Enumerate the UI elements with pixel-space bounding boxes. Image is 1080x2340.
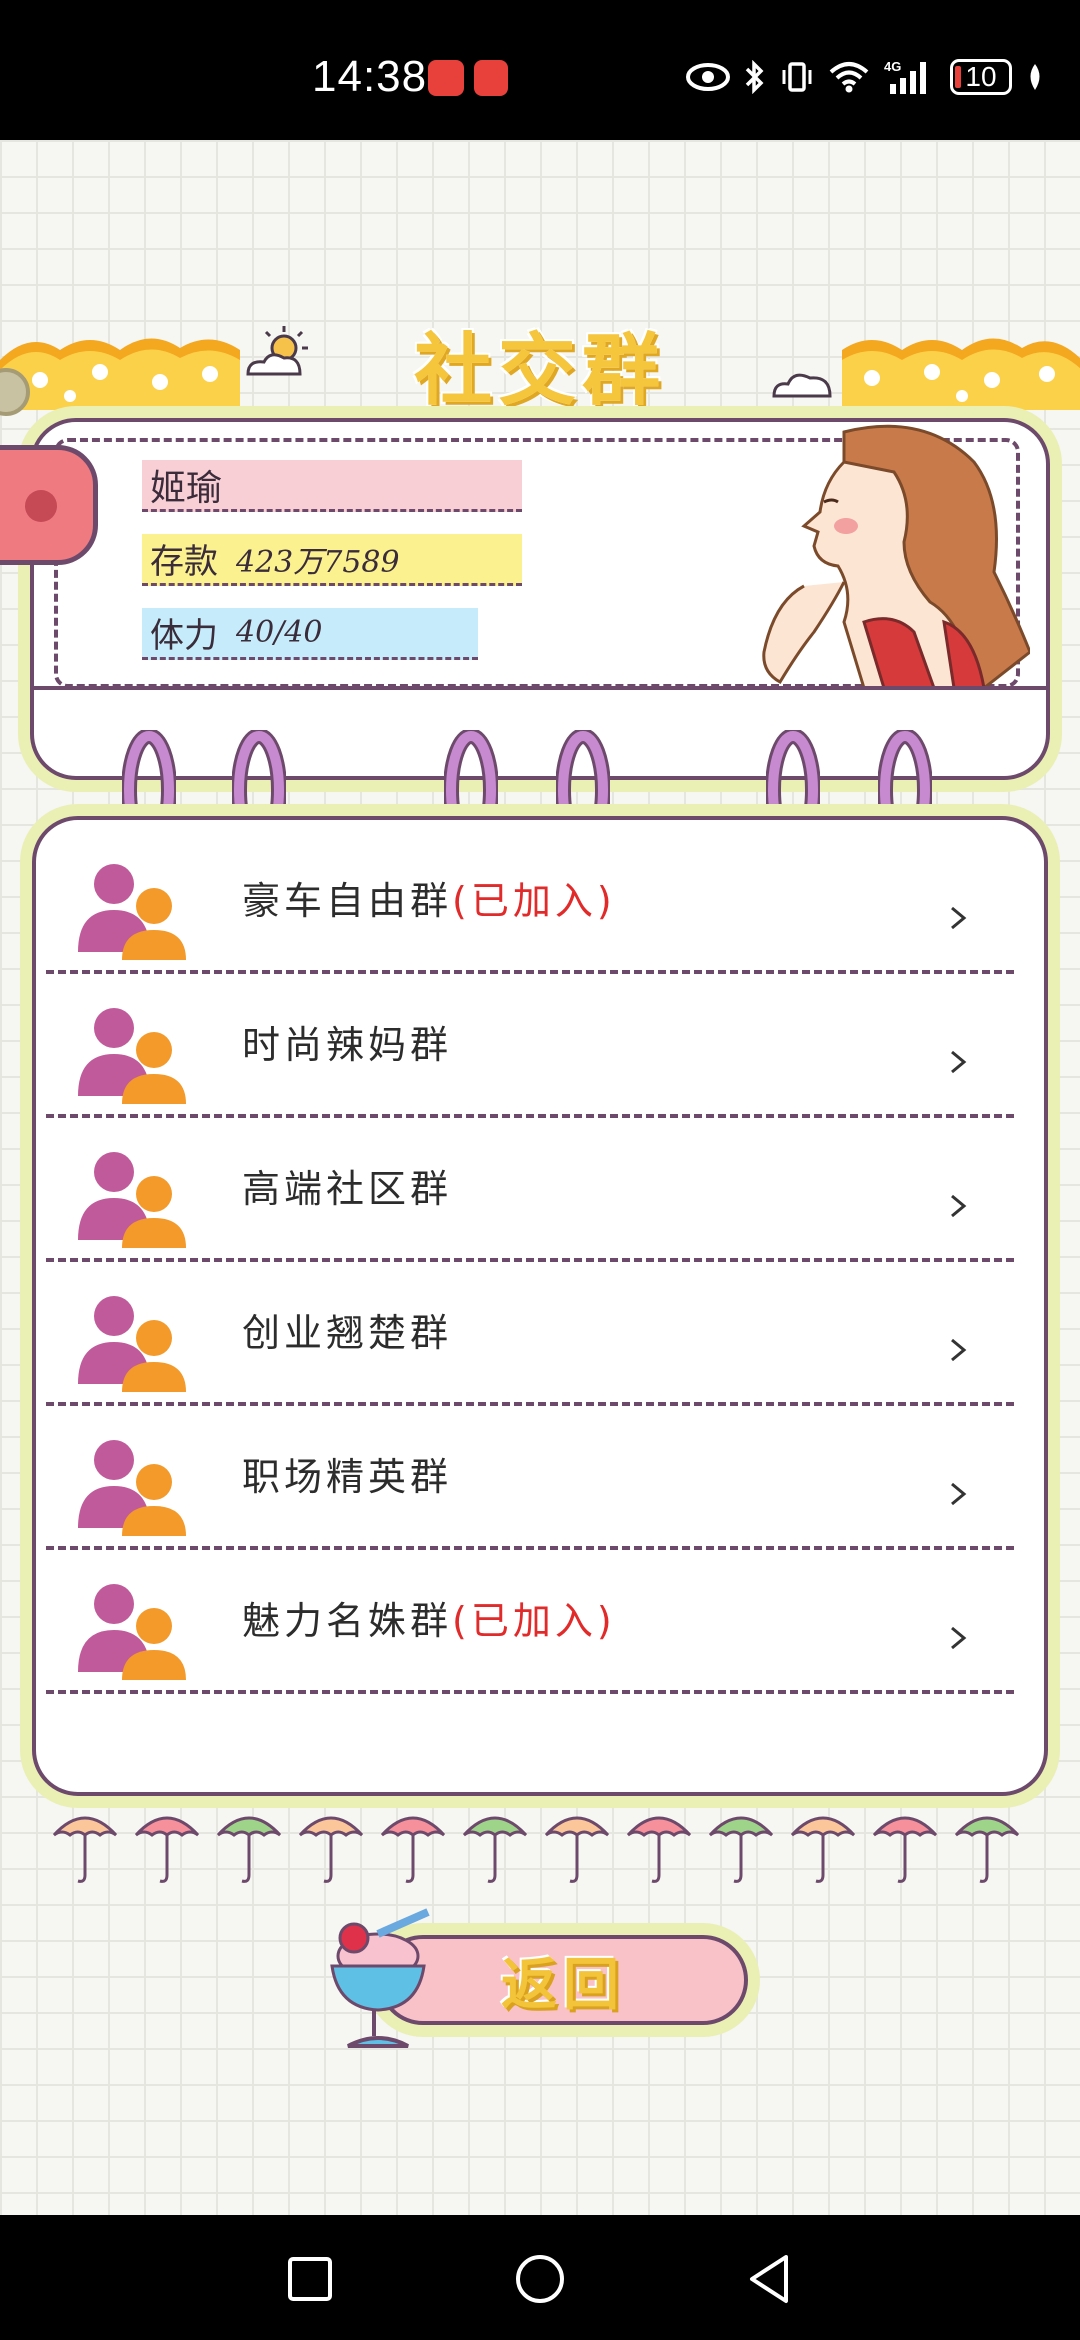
status-icons: 4G 10 xyxy=(686,52,1044,102)
eye-icon xyxy=(686,63,730,91)
group-list-panel[interactable]: 豪车自由群(已加入) 时尚辣妈群 高端社区群 创业翘楚群 职场精英群 魅力名姝群… xyxy=(32,816,1048,1796)
umbrella-decoration xyxy=(380,1816,446,1883)
umbrella-decoration xyxy=(790,1816,856,1883)
chevron-right-icon xyxy=(951,1050,967,1074)
profile-divider xyxy=(34,686,1046,690)
chevron-right-icon xyxy=(951,1626,967,1650)
chevron-right-icon xyxy=(951,1482,967,1506)
back-nav-icon[interactable] xyxy=(742,2251,798,2307)
back-button-label: 返回 xyxy=(501,1952,625,2018)
umbrella-decoration xyxy=(626,1816,692,1883)
wifi-icon xyxy=(829,62,869,93)
savings-label: 存款 xyxy=(150,542,218,582)
group-item[interactable]: 职场精英群 xyxy=(46,1406,1014,1550)
cellular-signal-icon: 4G xyxy=(884,59,926,94)
group-joined-status: (已加入) xyxy=(452,1599,616,1643)
chevron-right-icon xyxy=(951,906,967,930)
group-name: 创业翘楚群 xyxy=(242,1311,453,1355)
group-item[interactable]: 豪车自由群(已加入) xyxy=(46,830,1014,974)
umbrella-decoration xyxy=(134,1816,200,1883)
group-item[interactable]: 创业翘楚群 xyxy=(46,1262,1014,1406)
chevron-right-icon xyxy=(951,1338,967,1362)
system-nav-bar xyxy=(0,2215,1080,2340)
group-people-icon xyxy=(78,1152,186,1248)
app-notification-icon xyxy=(474,60,508,96)
group-people-icon xyxy=(78,1296,186,1392)
group-people-icon xyxy=(78,1008,186,1104)
umbrella-decoration xyxy=(708,1816,774,1883)
leaf-icon xyxy=(1030,64,1040,90)
character-portrait xyxy=(762,424,1030,688)
group-people-icon xyxy=(78,864,186,960)
umbrella-decoration xyxy=(544,1816,610,1883)
status-time: 14:38 xyxy=(312,52,428,101)
status-bar: 14:38 4G 10 xyxy=(0,0,1080,140)
group-item[interactable]: 时尚辣妈群 xyxy=(46,974,1014,1118)
umbrella-decoration xyxy=(462,1816,528,1883)
group-people-icon xyxy=(78,1440,186,1536)
umbrella-decoration xyxy=(216,1816,282,1883)
group-name: 职场精英群 xyxy=(242,1455,453,1499)
umbrella-decoration xyxy=(298,1816,364,1883)
side-menu-tab[interactable] xyxy=(0,445,98,565)
battery-level: 10 xyxy=(965,61,997,92)
notification-icon xyxy=(428,60,464,96)
page-title: 社交群 xyxy=(413,326,666,416)
battery-indicator: 10 xyxy=(950,59,1012,95)
svg-text:4G: 4G xyxy=(884,59,901,74)
group-name: 魅力名姝群 xyxy=(242,1599,453,1643)
stamina-value: 40/40 xyxy=(236,615,323,650)
umbrella-decoration xyxy=(52,1816,118,1883)
player-name: 姬瑜 xyxy=(150,467,223,509)
stamina-label: 体力 xyxy=(150,616,218,656)
group-name-row: 魅力名姝群(已加入) xyxy=(242,1590,616,1645)
group-name-row: 职场精英群 xyxy=(242,1446,452,1501)
stamina-row: 体力 40/40 xyxy=(142,608,478,660)
chevron-right-icon xyxy=(951,1194,967,1218)
group-name: 高端社区群 xyxy=(242,1167,453,1211)
group-name-row: 高端社区群 xyxy=(242,1158,452,1213)
group-joined-status: (已加入) xyxy=(452,879,616,923)
group-name: 时尚辣妈群 xyxy=(242,1023,453,1067)
group-people-icon xyxy=(78,1584,186,1680)
player-name-row: 姬瑜 xyxy=(142,460,522,512)
group-name-row: 创业翘楚群 xyxy=(242,1302,452,1357)
app-screen: 社交群 姬瑜 存款 423万7589 体力 40/40 豪车自由群(已加入) 时… xyxy=(0,140,1080,2215)
group-name: 豪车自由群 xyxy=(242,879,453,923)
umbrella-decoration xyxy=(872,1816,938,1883)
group-name-row: 豪车自由群(已加入) xyxy=(242,870,616,925)
vibrate-icon xyxy=(782,62,812,92)
group-name-row: 时尚辣妈群 xyxy=(242,1014,452,1069)
bluetooth-icon xyxy=(745,60,764,94)
group-item[interactable]: 高端社区群 xyxy=(46,1118,1014,1262)
umbrella-decoration xyxy=(954,1816,1020,1883)
group-item[interactable]: 魅力名姝群(已加入) xyxy=(46,1550,1014,1694)
recent-apps-icon[interactable] xyxy=(282,2251,338,2307)
savings-row: 存款 423万7589 xyxy=(142,534,522,586)
profile-card: 姬瑜 存款 423万7589 体力 40/40 xyxy=(30,418,1050,780)
home-nav-icon[interactable] xyxy=(512,2251,568,2307)
savings-value: 423万7589 xyxy=(236,544,400,580)
ice-cream-sundae-icon xyxy=(330,1908,430,2048)
